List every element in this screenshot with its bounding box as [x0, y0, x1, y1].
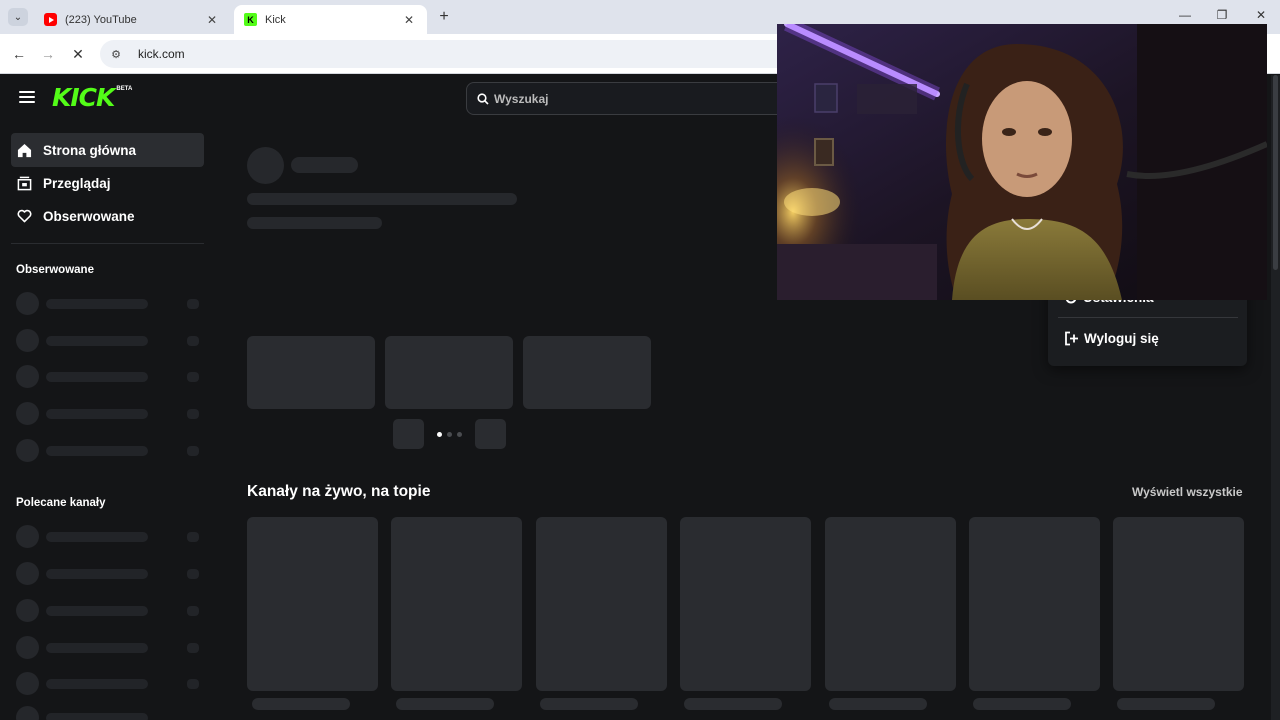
new-tab-button[interactable]: + [434, 8, 454, 26]
webcam-video [777, 24, 1267, 300]
channel-title-skeleton [396, 698, 494, 710]
webcam-overlay [777, 24, 1267, 300]
window-close-icon[interactable]: ✕ [1251, 8, 1271, 22]
tab-search-button[interactable]: ⌄ [8, 8, 28, 26]
hamburger-menu-icon[interactable] [19, 91, 35, 105]
browse-icon [17, 176, 32, 190]
featured-title-skeleton [247, 193, 517, 205]
restore-icon[interactable]: ❐ [1212, 8, 1232, 22]
carousel-card-skeleton[interactable] [523, 336, 651, 409]
carousel-card-skeleton[interactable] [385, 336, 513, 409]
heart-icon [17, 209, 32, 223]
recommended-skeleton-row [16, 562, 201, 585]
stop-loading-icon[interactable]: ✕ [68, 44, 88, 64]
channel-title-skeleton [540, 698, 638, 710]
close-icon[interactable]: ✕ [204, 12, 220, 28]
youtube-icon [44, 13, 57, 26]
kick-icon: K [244, 13, 257, 26]
view-all-link[interactable]: Wyświetl wszystkie [1132, 485, 1243, 499]
channel-card-skeleton[interactable] [391, 517, 522, 691]
home-icon [17, 143, 32, 157]
channel-title-skeleton [1117, 698, 1215, 710]
recommended-skeleton-row [16, 636, 201, 659]
scrollbar-thumb[interactable] [1273, 75, 1278, 270]
channel-title-skeleton [973, 698, 1071, 710]
beta-badge: BETA [116, 86, 133, 92]
channel-title-skeleton [684, 698, 782, 710]
channel-card-skeleton[interactable] [680, 517, 811, 691]
close-icon[interactable]: ✕ [401, 12, 417, 28]
recommended-skeleton-row [16, 525, 201, 548]
following-skeleton-row [16, 292, 201, 315]
channel-card-skeleton[interactable] [969, 517, 1100, 691]
site-settings-icon[interactable]: ⚙ [108, 46, 124, 62]
sidebar-item-following[interactable]: Obserwowane [11, 199, 204, 233]
sidebar-item-label: Przeglądaj [43, 175, 111, 191]
logo-text: KICK [52, 83, 115, 112]
channel-card-skeleton[interactable] [247, 517, 378, 691]
channel-card-skeleton[interactable] [1113, 517, 1244, 691]
sidebar-divider [11, 243, 204, 244]
back-arrow-icon[interactable]: ← [9, 44, 29, 64]
url-text[interactable]: kick.com [138, 47, 185, 61]
sidebar-item-label: Obserwowane [43, 208, 135, 224]
recommended-heading: Polecane kanały [16, 497, 106, 509]
carousel-dots [437, 432, 462, 437]
menu-item-label: Wyloguj się [1084, 331, 1159, 346]
following-heading: Obserwowane [16, 264, 94, 276]
recommended-skeleton-row [16, 599, 201, 622]
tab-title: Kick [265, 13, 286, 26]
carousel-prev-button[interactable] [393, 419, 424, 449]
following-skeleton-row [16, 402, 201, 425]
recommended-skeleton-row [16, 706, 201, 720]
sidebar-item-browse[interactable]: Przeglądaj [11, 166, 204, 200]
tab-title: (223) YouTube [65, 13, 137, 26]
search-icon [477, 92, 489, 105]
menu-divider [1058, 317, 1238, 318]
tab-kick[interactable]: K Kick ✕ [234, 5, 427, 34]
sidebar-item-home[interactable]: Strona główna [11, 133, 204, 167]
channel-title-skeleton [252, 698, 350, 710]
search-input[interactable] [494, 91, 754, 106]
carousel-next-button[interactable] [475, 419, 506, 449]
recommended-skeleton-row [16, 672, 201, 695]
search-bar[interactable] [466, 82, 796, 115]
live-section-title: Kanały na żywo, na topie [247, 483, 431, 500]
kick-logo[interactable]: KICK BETA [52, 85, 132, 111]
sidebar-item-label: Strona główna [43, 142, 137, 158]
featured-avatar-skeleton [247, 147, 284, 184]
chevron-down-icon: ⌄ [13, 11, 23, 23]
featured-meta-skeleton [247, 217, 382, 229]
channel-card-skeleton[interactable] [536, 517, 667, 691]
page-scrollbar[interactable] [1271, 75, 1280, 720]
following-skeleton-row [16, 439, 201, 462]
carousel-dot[interactable] [437, 432, 442, 437]
following-skeleton-row [16, 329, 201, 352]
channel-title-skeleton [829, 698, 927, 710]
carousel-dot[interactable] [457, 432, 462, 437]
menu-item-logout[interactable]: Wyloguj się [1064, 331, 1159, 346]
logout-icon [1065, 331, 1078, 346]
minimize-icon[interactable]: — [1175, 8, 1195, 22]
featured-name-skeleton [291, 157, 358, 173]
following-skeleton-row [16, 365, 201, 388]
tab-youtube[interactable]: (223) YouTube ✕ [34, 5, 230, 34]
channel-card-skeleton[interactable] [825, 517, 956, 691]
forward-arrow-icon[interactable]: → [38, 44, 58, 64]
sidebar: Strona główna Przeglądaj Obserwowane Obs… [0, 124, 215, 720]
carousel-card-skeleton[interactable] [247, 336, 375, 409]
carousel-dot[interactable] [447, 432, 452, 437]
